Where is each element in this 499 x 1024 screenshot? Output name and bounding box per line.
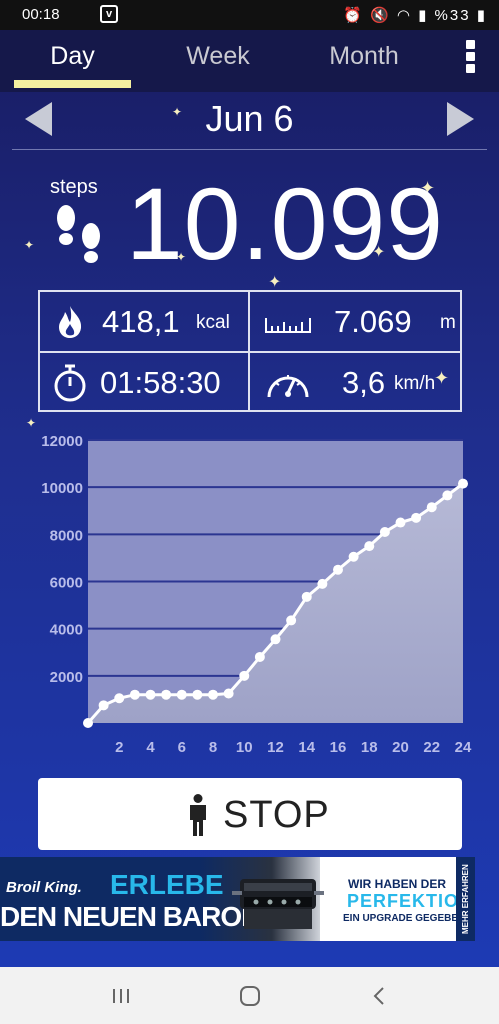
- data-point: [270, 634, 281, 645]
- y-tick-label: 10000: [41, 480, 83, 497]
- x-tick-label: 10: [236, 739, 253, 756]
- notification-icon: v: [100, 5, 118, 23]
- steps-label: steps: [50, 176, 98, 198]
- back-icon[interactable]: [364, 983, 394, 1009]
- active-tab-indicator: [14, 80, 131, 88]
- next-day-button[interactable]: [447, 102, 474, 136]
- data-point: [192, 689, 203, 700]
- speedometer-icon: [267, 375, 309, 398]
- ad-headline-1: ERLEBE: [110, 869, 224, 900]
- ad-banner[interactable]: Broil King. ERLEBE DEN NEUEN BARON. WIR …: [0, 857, 475, 941]
- overflow-menu-icon[interactable]: [463, 40, 477, 76]
- data-point: [239, 670, 250, 681]
- ad-right-line-1: WIR HABEN DER: [348, 877, 446, 891]
- data-point: [442, 490, 453, 501]
- y-tick-label: 2000: [50, 669, 83, 686]
- speed-value: 3,6: [342, 365, 386, 400]
- data-point: [176, 689, 187, 700]
- status-bar: 00:18 v ⏰ 🔇 ◠ ▮ %33 ▮: [0, 0, 499, 30]
- data-point: [114, 693, 125, 704]
- ad-side-label: MEHR ERFAHREN: [456, 857, 475, 941]
- flame-icon: [59, 306, 82, 338]
- distance-cell: 7.069 m: [250, 292, 458, 351]
- data-point: [98, 700, 109, 711]
- data-point: [161, 689, 172, 700]
- data-point: [395, 517, 406, 528]
- distance-value: 7.069: [334, 304, 412, 339]
- y-tick-label: 12000: [41, 433, 83, 450]
- x-tick-label: 8: [209, 739, 217, 756]
- stop-button[interactable]: STOP: [38, 778, 462, 850]
- data-point: [411, 512, 422, 523]
- calories-unit: kcal: [196, 312, 230, 333]
- data-point: [254, 651, 265, 662]
- data-point: [348, 551, 359, 562]
- system-nav-bar: [0, 967, 499, 1024]
- star-decoration: ✦: [24, 238, 35, 252]
- x-tick-label: 20: [392, 739, 409, 756]
- data-point: [426, 502, 437, 513]
- x-tick-label: 16: [330, 739, 347, 756]
- distance-unit: m: [440, 312, 456, 333]
- ad-right-line-3: EIN UPGRADE GEGEBEN: [343, 913, 466, 924]
- calories-cell: 418,1 kcal: [40, 292, 248, 351]
- recents-icon[interactable]: [106, 983, 136, 1009]
- x-tick-label: 6: [178, 739, 186, 756]
- battery-icon: ▮: [476, 7, 487, 24]
- y-tick-label: 8000: [50, 527, 83, 544]
- x-tick-label: 2: [115, 739, 123, 756]
- steps-chart: 200040006000800010000120002 4 6 8 10 12 14 16 18…: [41, 433, 472, 756]
- stopwatch-icon: [54, 364, 86, 402]
- data-point: [145, 689, 156, 700]
- duration-cell: 01:58:30: [40, 353, 248, 412]
- data-point: [379, 526, 390, 537]
- status-time: 00:18: [22, 6, 60, 23]
- data-point: [458, 478, 468, 489]
- x-tick-label: 18: [361, 739, 378, 756]
- stats-grid: 418,1 kcal 7.069 m 01:58:30 3,6 km/h: [38, 290, 462, 412]
- grill-image: [232, 879, 324, 929]
- home-icon[interactable]: [235, 983, 265, 1009]
- data-point: [333, 564, 343, 575]
- y-tick-label: 6000: [50, 575, 83, 592]
- x-tick-label: 12: [267, 739, 284, 756]
- data-point: [129, 689, 140, 700]
- tab-week[interactable]: Week: [160, 30, 276, 92]
- ad-headline-2: DEN NEUEN BARON.: [0, 901, 268, 932]
- data-point: [223, 688, 234, 699]
- ad-brand: Broil King.: [6, 879, 82, 896]
- y-tick-label: 4000: [50, 622, 83, 639]
- signal-icon: ▮: [418, 7, 429, 24]
- data-point: [83, 718, 93, 728]
- alarm-icon: ⏰: [343, 7, 364, 24]
- ad-right-line-2: PERFEKTION: [347, 891, 474, 911]
- data-point: [301, 591, 312, 602]
- battery-percent: %33: [434, 7, 471, 24]
- data-point: [286, 615, 297, 626]
- calories-value: 418,1: [102, 304, 180, 339]
- ruler-icon: [265, 318, 311, 333]
- stop-label: STOP: [223, 794, 330, 836]
- divider: [12, 149, 487, 150]
- x-tick-label: 4: [146, 739, 155, 756]
- x-tick-label: 14: [298, 739, 315, 756]
- steps-count: 10.099: [126, 167, 444, 281]
- mute-icon: 🔇: [369, 7, 391, 24]
- speed-cell: 3,6 km/h: [250, 353, 458, 412]
- x-tick-label: 22: [423, 739, 440, 756]
- speed-unit: km/h: [394, 373, 436, 394]
- date-label: Jun 6: [205, 98, 294, 139]
- tab-month[interactable]: Month: [306, 30, 422, 92]
- duration-value: 01:58:30: [100, 365, 221, 400]
- wifi-icon: ◠: [396, 7, 412, 24]
- data-point: [317, 578, 328, 589]
- data-point: [208, 689, 218, 700]
- system-status: ⏰ 🔇 ◠ ▮ %33 ▮: [343, 6, 487, 24]
- x-tick-label: 24: [455, 739, 472, 756]
- data-point: [364, 541, 375, 552]
- person-icon: [190, 794, 206, 836]
- footprints-icon: [57, 205, 100, 263]
- star-decoration: ✦: [26, 416, 37, 430]
